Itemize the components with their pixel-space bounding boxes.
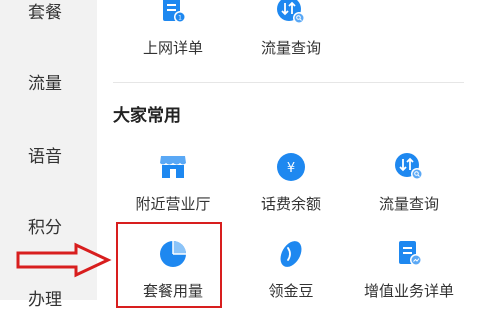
- data-usage-icon: [395, 153, 423, 180]
- sidebar-item-package[interactable]: 套餐: [0, 0, 97, 23]
- svg-text:1: 1: [178, 15, 182, 22]
- sidebar-item-points[interactable]: 积分: [0, 213, 97, 238]
- tile-label: 上网详单: [142, 39, 203, 57]
- document-chart-icon: [399, 241, 422, 266]
- tile-label: 流量查询: [378, 195, 439, 213]
- data-usage-icon: [277, 0, 305, 24]
- tile-data-query[interactable]: 流量查询: [349, 152, 469, 214]
- svg-text:¥: ¥: [287, 161, 295, 176]
- bean-icon: [280, 241, 302, 267]
- tile-value-added-detail[interactable]: 增值业务详单: [349, 239, 469, 301]
- store-icon: [160, 156, 186, 178]
- yuan-balance-icon: ¥: [277, 153, 305, 181]
- tile-gold-beans[interactable]: 领金豆: [231, 239, 351, 301]
- divider: [113, 82, 464, 83]
- tile-balance[interactable]: ¥ 话费余额: [231, 152, 351, 214]
- sidebar-item-handle[interactable]: 办理: [0, 285, 97, 310]
- annotation-highlight-box: [116, 222, 222, 308]
- tile-nearby-store[interactable]: 附近营业厅: [113, 152, 233, 214]
- tile-label: 增值业务详单: [363, 282, 454, 300]
- tile-label: 领金豆: [268, 282, 314, 300]
- tile-label: 话费余额: [260, 195, 321, 213]
- section-title: 大家常用: [113, 106, 181, 126]
- sidebar-item-data[interactable]: 流量: [0, 69, 97, 94]
- document-list-icon: 1: [163, 0, 186, 23]
- sidebar-item-voice[interactable]: 语音: [0, 142, 97, 167]
- tile-label: 流量查询: [260, 39, 321, 57]
- tile-data-query-top[interactable]: 流量查询: [231, 0, 351, 58]
- tile-online-detail[interactable]: 1 上网详单: [113, 0, 233, 58]
- tile-label: 附近营业厅: [135, 195, 211, 213]
- main-content: 1 上网详单 流量查询 大家常用 附近营业厅 ¥ 话费余额 流量查询 套餐用量 …: [97, 0, 480, 308]
